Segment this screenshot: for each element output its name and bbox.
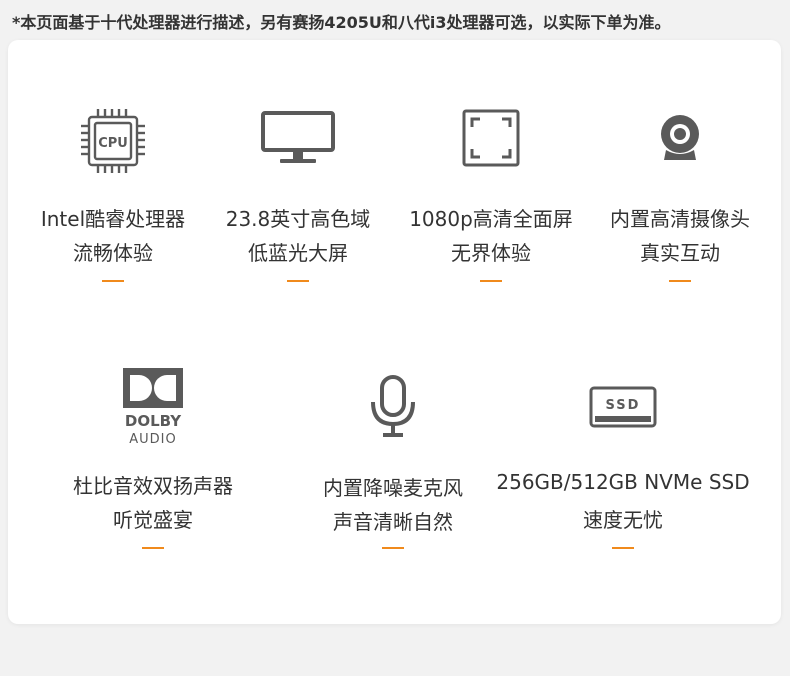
accent-dash xyxy=(480,280,502,282)
feature-display-title: 23.8英寸高色域 xyxy=(225,207,371,231)
feature-ssd: SSD 256GB/512GB NVMe SSD 速度无忧 xyxy=(478,360,768,560)
dolby-audio-logo: DOLBY AUDIO xyxy=(123,368,183,446)
microphone-icon xyxy=(371,375,415,437)
accent-dash xyxy=(382,547,404,549)
feature-webcam: 内置高清摄像头 真实互动 xyxy=(585,100,775,300)
accent-dash xyxy=(287,280,309,282)
feature-cpu: CPU Intel酷睿处理器 流畅体验 xyxy=(18,100,208,300)
accent-dash xyxy=(102,280,124,282)
feature-webcam-subtitle: 真实互动 xyxy=(640,241,720,265)
feature-microphone-subtitle: 声音清晰自然 xyxy=(333,510,453,534)
feature-display: 23.8英寸高色域 低蓝光大屏 xyxy=(203,100,393,300)
feature-display-subtitle: 低蓝光大屏 xyxy=(248,241,348,265)
page-notice: *本页面基于十代处理器进行描述，另有赛扬4205U和八代i3处理器可选，以实际下… xyxy=(12,13,671,32)
feature-screen-title: 1080p高清全面屏 xyxy=(409,207,573,231)
feature-ssd-title: 256GB/512GB NVMe SSD xyxy=(496,470,750,494)
dolby-audio-logo-line-2: AUDIO xyxy=(129,432,177,446)
ssd-icon: SSD xyxy=(589,386,657,428)
webcam-icon xyxy=(661,115,699,160)
feature-audio: DOLBY AUDIO 杜比音效双扬声器 听觉盛宴 xyxy=(53,360,253,560)
feature-cpu-title: Intel酷睿处理器 xyxy=(40,207,186,231)
feature-screen-subtitle: 无界体验 xyxy=(451,241,531,265)
monitor-icon xyxy=(261,111,335,163)
feature-screen: 1080p高清全面屏 无界体验 xyxy=(396,100,586,300)
cpu-icon: CPU xyxy=(81,109,145,173)
cpu-icon-label: CPU xyxy=(98,136,128,151)
feature-audio-subtitle: 听觉盛宴 xyxy=(113,508,193,532)
feature-webcam-title: 内置高清摄像头 xyxy=(610,207,750,231)
feature-ssd-subtitle: 速度无忧 xyxy=(583,508,663,532)
fullscreen-frame-icon xyxy=(462,109,520,167)
feature-audio-title: 杜比音效双扬声器 xyxy=(73,474,233,498)
feature-cpu-subtitle: 流畅体验 xyxy=(73,241,153,265)
accent-dash xyxy=(669,280,691,282)
ssd-icon-label: SSD xyxy=(606,398,641,413)
features-card: CPU Intel酷睿处理器 流畅体验 23.8英寸高色域 低蓝光大屏 1080… xyxy=(8,40,781,624)
feature-microphone-title: 内置降噪麦克风 xyxy=(323,476,463,500)
accent-dash xyxy=(142,547,164,549)
accent-dash xyxy=(612,547,634,549)
dolby-audio-logo-line-1: DOLBY xyxy=(125,412,182,430)
feature-microphone: 内置降噪麦克风 声音清晰自然 xyxy=(293,360,493,560)
